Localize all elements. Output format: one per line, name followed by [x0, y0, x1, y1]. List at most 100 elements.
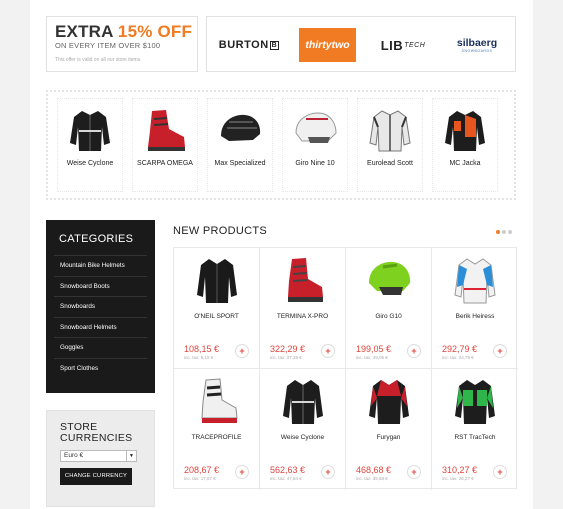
add-to-cart-button[interactable]: +	[321, 465, 335, 479]
featured-item-name: Max Specialized	[214, 160, 266, 167]
silbaerg-logo[interactable]: silbaerg SNOWBOARDS	[445, 17, 509, 73]
green-jacket-icon	[450, 375, 500, 427]
product-card[interactable]: Weise Cyclone 562,63 € inc. tax: 47,64 €…	[260, 369, 346, 490]
featured-item[interactable]: Max Specialized	[207, 98, 273, 192]
product-name: TRACEPROFILE	[191, 434, 242, 441]
chevron-down-icon: ▼	[126, 451, 136, 461]
thirtytwo-logo-text: thirtytwo	[299, 28, 356, 62]
change-currency-button[interactable]: CHANGE CURRENCY	[60, 468, 132, 485]
add-to-cart-button[interactable]: +	[407, 465, 421, 479]
add-to-cart-button[interactable]: +	[407, 344, 421, 358]
black-jacket-icon	[278, 375, 328, 427]
blue-jacket-icon	[450, 254, 500, 306]
featured-item-name: Eurolead Scott	[367, 160, 413, 167]
currencies-title: STORE CURRENCIES	[60, 422, 141, 444]
product-name: Furygan	[376, 434, 401, 441]
product-tax: inc. tax: 17,67 €	[184, 476, 216, 481]
product-price: 208,67 €	[184, 465, 220, 475]
product-tax: inc. tax: 49,05 €	[356, 355, 388, 360]
currency-select[interactable]: Euro € ▼	[60, 450, 137, 462]
category-item[interactable]: Goggles	[54, 337, 147, 358]
add-to-cart-button[interactable]: +	[321, 344, 335, 358]
product-name: RST TracTech	[454, 434, 496, 441]
product-price: 108,15 €	[184, 344, 220, 354]
product-name: O'NEIL SPORT	[194, 313, 239, 320]
product-card[interactable]: TERMINA X-PRO 322,29 € inc. tax: 27,29 €…	[260, 248, 346, 369]
category-item[interactable]: Sport Clothes	[54, 357, 147, 379]
red-boot-icon	[278, 254, 328, 306]
featured-item-name: MC Jacka	[449, 160, 481, 167]
product-card[interactable]: TRACEPROFILE 208,67 € inc. tax: 17,67 € …	[174, 369, 260, 490]
add-to-cart-button[interactable]: +	[235, 465, 249, 479]
promo-note: This offer is valid on all our store ite…	[55, 57, 142, 63]
product-name: Giro G10	[375, 313, 402, 320]
black-jacket-icon	[192, 254, 242, 306]
featured-item[interactable]: Giro Nine 10	[282, 98, 348, 192]
categories-list: Mountain Bike Helmets Snowboard Boots Sn…	[46, 255, 155, 378]
product-tax: inc. tax: 39,68 €	[356, 476, 388, 481]
add-to-cart-button[interactable]: +	[493, 344, 507, 358]
burton-logo-text: BURTON	[218, 39, 269, 51]
product-card[interactable]: Berik Heiress 292,79 € inc. tax: 24,79 €…	[432, 248, 518, 369]
product-tax: inc. tax: 27,29 €	[270, 355, 302, 360]
product-price: 310,27 €	[442, 465, 478, 475]
product-price: 562,63 €	[270, 465, 306, 475]
product-name: Berik Heiress	[455, 313, 495, 320]
page: EXTRA 15% OFF ON EVERY ITEM OVER $100 Th…	[30, 0, 533, 509]
product-price: 468,68 €	[356, 465, 392, 475]
featured-item[interactable]: MC Jacka	[432, 98, 498, 192]
white-helmet-icon	[292, 107, 338, 153]
product-card[interactable]: Giro G10 199,05 € inc. tax: 49,05 € +	[346, 248, 432, 369]
add-to-cart-button[interactable]: +	[235, 344, 249, 358]
featured-item[interactable]: Eurolead Scott	[357, 98, 423, 192]
currencies-title-line-2: CURRENCIES	[60, 432, 133, 444]
add-to-cart-button[interactable]: +	[493, 465, 507, 479]
carousel-dots	[496, 230, 512, 234]
black-jacket-icon	[67, 107, 113, 153]
orange-jacket-icon	[442, 107, 488, 153]
silbaerg-logo-text: silbaerg	[456, 37, 498, 49]
lib-tech-logo[interactable]: LIB TECH	[370, 17, 436, 73]
featured-item-name: SCARPA OMEGA	[137, 160, 193, 167]
store-currencies-panel: STORE CURRENCIES Euro € ▼ CHANGE CURRENC…	[46, 410, 155, 507]
category-item[interactable]: Snowboard Boots	[54, 275, 147, 297]
categories-panel: CATEGORIES Mountain Bike Helmets Snowboa…	[46, 220, 155, 393]
product-price: 199,05 €	[356, 344, 392, 354]
carousel-dot[interactable]	[502, 230, 506, 234]
green-helmet-icon	[364, 254, 414, 306]
carousel-dot[interactable]	[508, 230, 512, 234]
product-name: Weise Cyclone	[280, 434, 325, 441]
white-jacket-icon	[367, 107, 413, 153]
thirtytwo-logo[interactable]: thirtytwo	[299, 17, 356, 73]
featured-item[interactable]: SCARPA OMEGA	[132, 98, 198, 192]
product-card[interactable]: RST TracTech 310,27 € inc. tax: 26,27 € …	[432, 369, 518, 490]
category-item[interactable]: Snowboards	[54, 296, 147, 317]
promo-banner[interactable]: EXTRA 15% OFF ON EVERY ITEM OVER $100 Th…	[46, 16, 198, 72]
lib-logo-text: LIB	[380, 37, 404, 53]
category-item[interactable]: Snowboard Helmets	[54, 316, 147, 338]
featured-products-strip: Weise Cyclone SCARPA OMEGA Max Specializ…	[46, 90, 516, 200]
red-boot-icon	[142, 107, 188, 153]
featured-item-name: Weise Cyclone	[66, 160, 114, 167]
promo-headline: EXTRA 15% OFF	[55, 22, 193, 41]
product-tax: inc. tax: 47,64 €	[270, 476, 302, 481]
silbaerg-tagline: SNOWBOARDS	[461, 49, 493, 53]
product-price: 322,29 €	[270, 344, 306, 354]
featured-item[interactable]: Weise Cyclone	[57, 98, 123, 192]
product-card[interactable]: O'NEIL SPORT 108,15 € inc. tax: 8,15 € +	[174, 248, 260, 369]
product-tax: inc. tax: 8,15 €	[184, 355, 214, 360]
product-tax: inc. tax: 26,27 €	[442, 476, 474, 481]
product-tax: inc. tax: 24,79 €	[442, 355, 474, 360]
burton-logo-mark: B	[269, 40, 280, 50]
promo-subline: ON EVERY ITEM OVER $100	[55, 41, 161, 50]
new-products-title: NEW PRODUCTS	[173, 225, 268, 237]
lib-tech-text: TECH	[404, 41, 426, 49]
category-item[interactable]: Mountain Bike Helmets	[54, 255, 147, 276]
burton-logo[interactable]: BURTON B	[217, 17, 281, 73]
currency-select-value: Euro €	[64, 452, 84, 459]
new-products-grid: O'NEIL SPORT 108,15 € inc. tax: 8,15 € +…	[173, 247, 518, 490]
promo-percent: 15% OFF	[117, 22, 193, 41]
carousel-dot[interactable]	[496, 230, 500, 234]
product-card[interactable]: Furygan 468,68 € inc. tax: 39,68 € +	[346, 369, 432, 490]
brand-logos: BURTON B thirtytwo LIB TECH silbaerg SNOWBO…	[206, 16, 516, 72]
